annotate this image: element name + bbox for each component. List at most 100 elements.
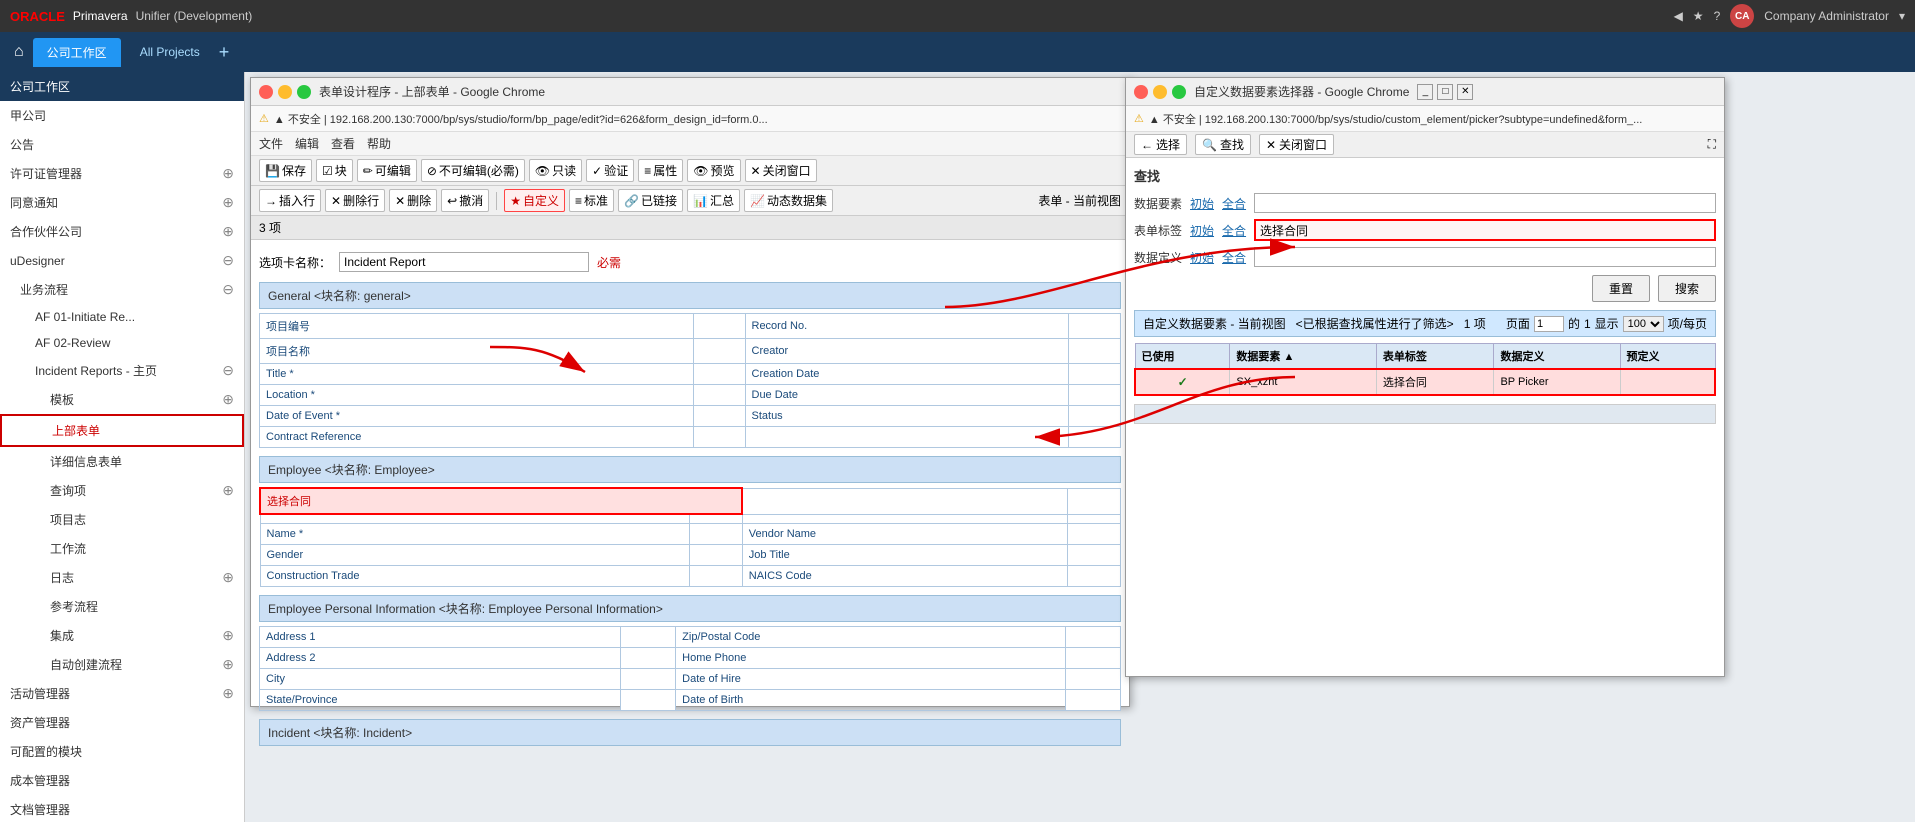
sidebar-plus-icon[interactable]: ⊕ [222,482,234,499]
field-label-city[interactable]: City [260,669,621,690]
field-label-gender[interactable]: Gender [260,545,690,566]
save-btn[interactable]: 💾 保存 [259,159,312,182]
sidebar-minus-icon[interactable]: ⊖ [222,362,234,379]
standard-btn[interactable]: ≡ 标准 [569,189,614,212]
attr-btn[interactable]: ≡ 属性 [638,159,683,182]
page-input[interactable] [1534,316,1564,332]
sidebar-plus-icon[interactable]: ⊕ [222,685,234,702]
required-btn[interactable]: ⊘ 不可编辑(必需) [421,159,525,182]
menu-edit[interactable]: 编辑 [295,135,319,152]
field-label-due-date[interactable]: Due Date [745,385,1068,406]
preview-btn[interactable]: 👁 预览 [687,159,740,182]
field-value-extra4[interactable] [1068,514,1121,524]
close-btn[interactable] [259,85,273,99]
dynamic-dataset-btn[interactable]: 📈 动态数据集 [744,189,833,212]
field-value-select-contract[interactable]: 选择合同 [260,488,742,514]
employee-section-header[interactable]: Employee <块名称: Employee> [259,456,1121,483]
field-label-birth-date[interactable]: Date of Birth [676,690,1065,711]
field-label-vendor-name[interactable]: Vendor Name [742,524,1067,545]
field-value-contract-ref[interactable] [693,427,745,448]
fullscreen-icon[interactable]: ⛶ [1708,137,1716,152]
field-value-extra3[interactable] [742,514,1067,524]
picker-find-btn[interactable]: 🔍 查找 [1195,134,1251,155]
field-value-creation-date[interactable] [1068,364,1120,385]
input-data-element[interactable] [1254,193,1716,213]
min-btn[interactable] [278,85,292,99]
custom-btn[interactable]: ★ 自定义 [504,189,565,212]
sidebar-item-config-module[interactable]: 可配置的模块 [0,737,244,766]
field-value-zip[interactable] [1065,627,1120,648]
sidebar-plus-icon[interactable]: ⊕ [222,165,234,182]
field-value-record-no[interactable] [1068,314,1120,339]
sidebar-item-doc-mgr[interactable]: 文档管理器 [0,795,244,822]
menu-help[interactable]: 帮助 [367,135,391,152]
field-value-naics[interactable] [1068,566,1121,587]
field-label-contract-ref[interactable]: Contract Reference [260,427,694,448]
picker-close-window-btn[interactable]: ✕ 关闭窗口 [1259,134,1334,155]
table-row[interactable]: ✓ SX_xzht 选择合同 BP Picker [1135,369,1715,395]
field-label-creation-date[interactable]: Creation Date [745,364,1068,385]
link-init-3[interactable]: 初始 [1190,249,1214,266]
link-full-3[interactable]: 全合 [1222,249,1246,266]
field-value-gender[interactable] [690,545,743,566]
reset-btn[interactable]: 重置 [1592,275,1650,302]
sidebar-plus-icon[interactable]: ⊕ [222,627,234,644]
search-btn[interactable]: 搜索 [1658,275,1716,302]
field-label-job-title[interactable]: Job Title [742,545,1067,566]
readonly-btn[interactable]: 👁 只读 [529,159,582,182]
sidebar-item-license[interactable]: 许可证管理器 ⊕ [0,159,244,188]
menu-file[interactable]: 文件 [259,135,283,152]
field-label-project-name[interactable]: 项目名称 [260,339,694,364]
sidebar-item-cost-mgr[interactable]: 成本管理器 [0,766,244,795]
sidebar-item-upper-form[interactable]: 上部表单 [0,414,244,447]
user-chevron[interactable]: ▾ [1899,9,1905,23]
field-label-construction-trade[interactable]: Construction Trade [260,566,690,587]
field-value-address1[interactable] [620,627,675,648]
field-value-hire-date[interactable] [1065,669,1120,690]
field-value-title[interactable] [693,364,745,385]
max-btn[interactable] [297,85,311,99]
field-value-due-date[interactable] [1068,385,1120,406]
field-label-address1[interactable]: Address 1 [260,627,621,648]
field-value-date-of-event[interactable] [693,406,745,427]
sidebar-item-partner[interactable]: 合作伙伴公司 ⊕ [0,217,244,246]
field-label-zip[interactable]: Zip/Postal Code [676,627,1065,648]
sidebar-item-activity-mgr[interactable]: 活动管理器 ⊕ [0,679,244,708]
field-label-state[interactable]: State/Province [260,690,621,711]
field-value-job-title[interactable] [1068,545,1121,566]
sidebar-item-workflow[interactable]: 业务流程 ⊖ [0,275,244,304]
top-icon-star[interactable]: ★ [1693,9,1704,23]
top-icon-help[interactable]: ? [1714,9,1721,23]
field-value-extra2[interactable] [690,514,743,524]
field-label-address2[interactable]: Address 2 [260,648,621,669]
sidebar-item-ref-process[interactable]: 参考流程 [0,592,244,621]
picker-select-btn[interactable]: ← 选择 [1134,134,1187,155]
field-value-location[interactable] [693,385,745,406]
field-value-state[interactable] [620,690,675,711]
sidebar-item-notice[interactable]: 公告 [0,130,244,159]
menu-view[interactable]: 查看 [331,135,355,152]
sidebar-item-detail-form[interactable]: 详细信息表单 [0,447,244,476]
sidebar-plus-icon[interactable]: ⊕ [222,656,234,673]
sidebar-item-incident-reports[interactable]: Incident Reports - 主页 ⊖ [0,356,244,385]
delete-btn[interactable]: ✕ 删除 [389,189,437,212]
field-value-city[interactable] [620,669,675,690]
sidebar-plus-icon[interactable]: ⊕ [222,569,234,586]
sidebar-item-diary[interactable]: 日志 ⊕ [0,563,244,592]
general-section-header[interactable]: General <块名称: general> [259,282,1121,309]
delete-row-btn[interactable]: ✕ 删除行 [325,189,385,212]
sidebar-item-workitem[interactable]: 工作流 [0,534,244,563]
field-value-home-phone[interactable] [1065,648,1120,669]
editable-btn[interactable]: ✏ 可编辑 [357,159,417,182]
field-value-project-no[interactable] [693,314,745,339]
field-value-empty2[interactable] [742,488,1067,514]
picker-scrollbar-area[interactable] [1134,404,1716,424]
sidebar-item-udesigner[interactable]: uDesigner ⊖ [0,246,244,275]
sidebar-item-log[interactable]: 项目志 [0,505,244,534]
field-label-location[interactable]: Location * [260,385,694,406]
sidebar-item-query[interactable]: 查询项 ⊕ [0,476,244,505]
field-label-naics[interactable]: NAICS Code [742,566,1067,587]
summary-btn[interactable]: 📊 汇总 [687,189,740,212]
field-value-name[interactable] [690,524,743,545]
close-window-btn[interactable]: ✕ 关闭窗口 [745,159,817,182]
